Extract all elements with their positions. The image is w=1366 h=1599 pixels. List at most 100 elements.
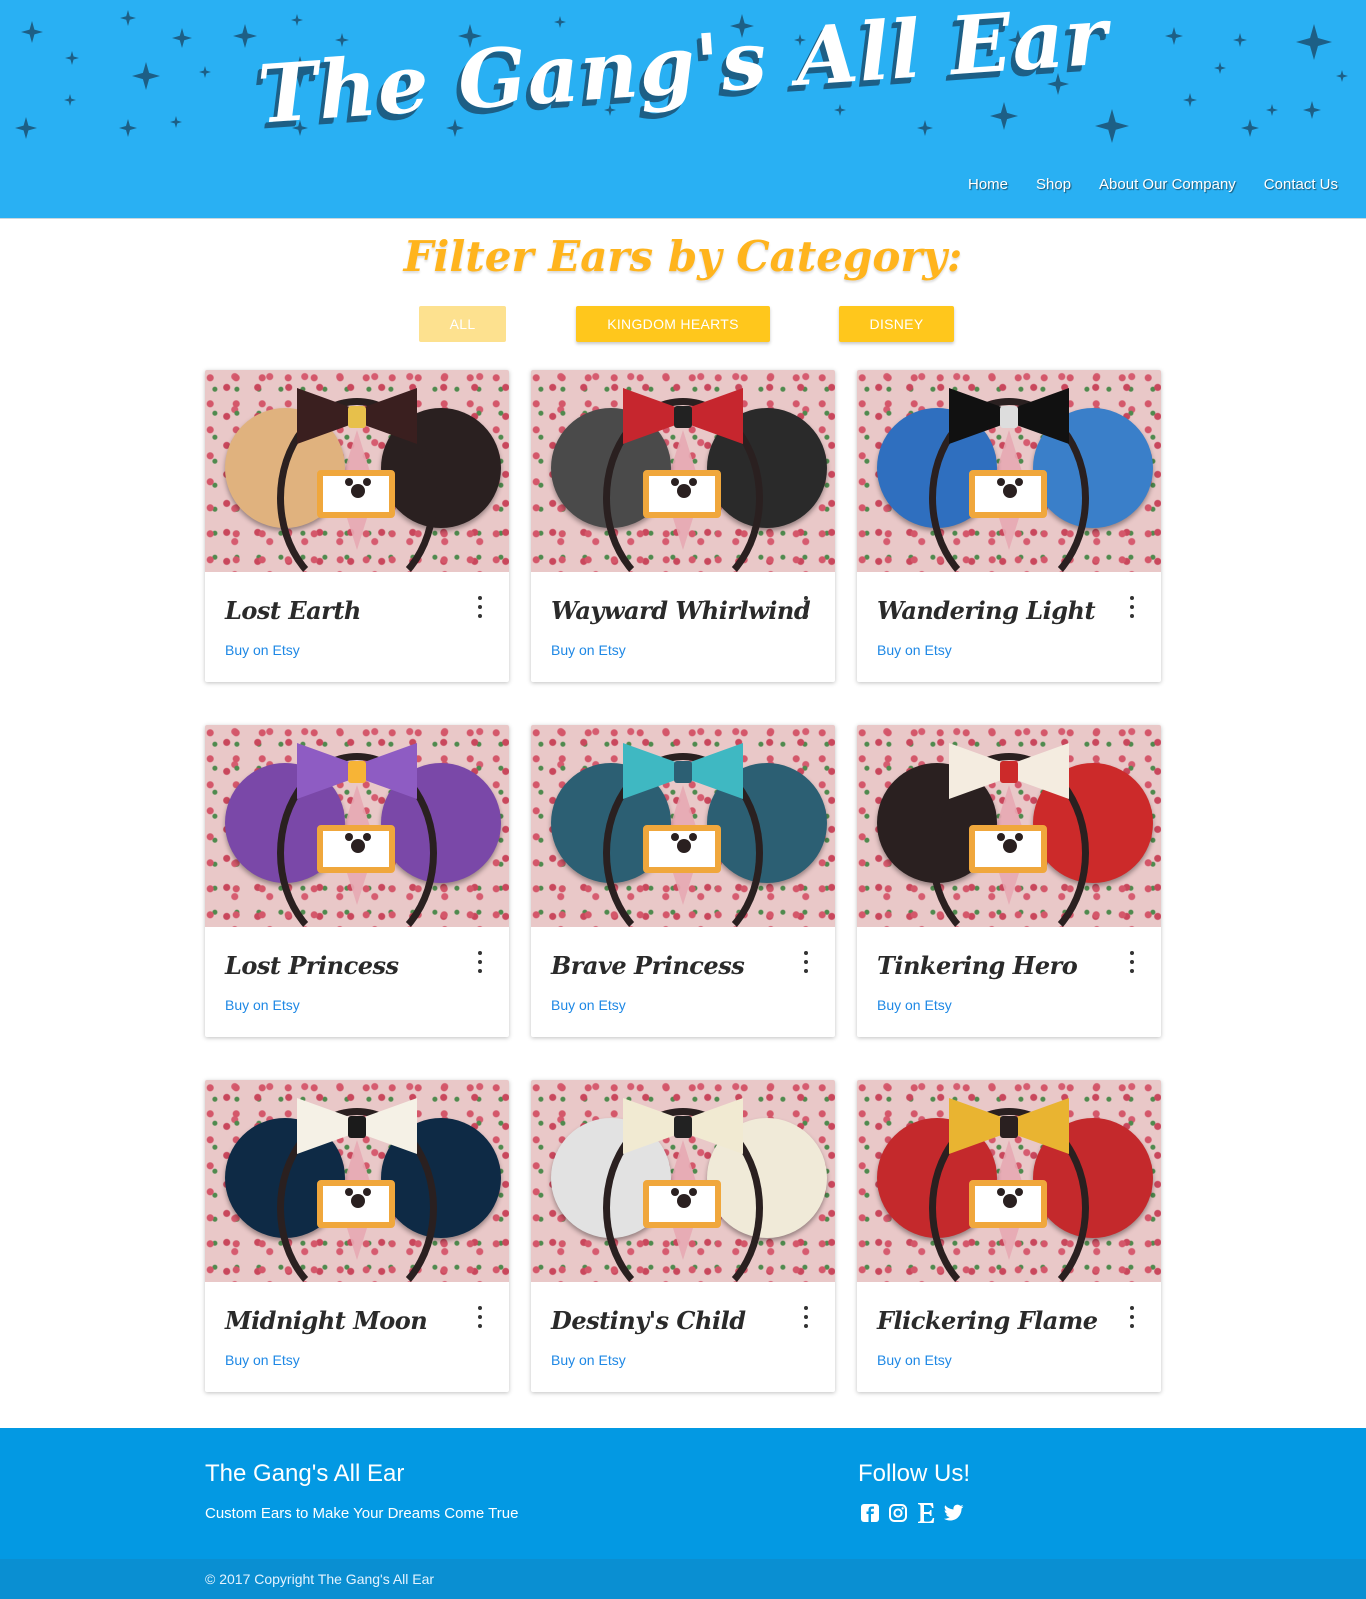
brand-tag	[969, 1180, 1047, 1228]
mickey-logo-icon	[671, 1188, 697, 1208]
buy-on-etsy-link[interactable]: Buy on Etsy	[877, 642, 952, 658]
mickey-logo-icon	[345, 1188, 371, 1208]
bow-knot	[348, 406, 366, 428]
product-card[interactable]: Tinkering Hero Buy on Etsy	[857, 725, 1161, 1037]
mickey-logo-icon	[345, 478, 371, 498]
site-header: The Gang's All Ear Home Shop About Our C…	[0, 0, 1366, 219]
product-title: Midnight Moon	[225, 1306, 428, 1335]
product-title: Brave Princess	[551, 951, 745, 980]
product-card[interactable]: Lost Earth Buy on Etsy	[205, 370, 509, 682]
product-image[interactable]	[857, 1080, 1161, 1282]
footer-tagline: Custom Ears to Make Your Dreams Come Tru…	[205, 1505, 519, 1522]
card-body: Tinkering Hero Buy on Etsy	[857, 927, 1161, 1037]
main-nav: Home Shop About Our Company Contact Us	[954, 176, 1352, 193]
bow-knot	[674, 761, 692, 783]
product-image[interactable]	[205, 725, 509, 927]
twitter-icon[interactable]	[944, 1502, 964, 1524]
product-title: Wayward Whirlwind	[551, 596, 811, 625]
card-body: Brave Princess Buy on Etsy	[531, 927, 835, 1037]
product-card[interactable]: Lost Princess Buy on Etsy	[205, 725, 509, 1037]
product-title: Lost Earth	[225, 596, 361, 625]
card-body: Lost Earth Buy on Etsy	[205, 572, 509, 682]
site-footer: The Gang's All Ear Custom Ears to Make Y…	[0, 1428, 1366, 1559]
nav-shop[interactable]: Shop	[1022, 176, 1085, 193]
bow-knot	[1000, 1116, 1018, 1138]
more-vert-icon[interactable]	[477, 951, 483, 973]
product-card[interactable]: Destiny's Child Buy on Etsy	[531, 1080, 835, 1392]
product-title: Tinkering Hero	[877, 951, 1078, 980]
product-card[interactable]: Wayward Whirlwind Buy on Etsy	[531, 370, 835, 682]
product-image[interactable]	[531, 725, 835, 927]
more-vert-icon[interactable]	[803, 1306, 809, 1328]
product-title: Destiny's Child	[551, 1306, 746, 1335]
brand-tag	[317, 470, 395, 518]
product-image[interactable]	[205, 370, 509, 572]
buy-on-etsy-link[interactable]: Buy on Etsy	[551, 642, 626, 658]
buy-on-etsy-link[interactable]: Buy on Etsy	[225, 642, 300, 658]
instagram-icon[interactable]	[888, 1502, 908, 1524]
product-card[interactable]: Midnight Moon Buy on Etsy	[205, 1080, 509, 1392]
etsy-icon[interactable]	[916, 1502, 936, 1524]
more-vert-icon[interactable]	[1129, 951, 1135, 973]
product-card[interactable]: Brave Princess Buy on Etsy	[531, 725, 835, 1037]
more-vert-icon[interactable]	[803, 951, 809, 973]
card-body: Lost Princess Buy on Etsy	[205, 927, 509, 1037]
buy-on-etsy-link[interactable]: Buy on Etsy	[551, 1352, 626, 1368]
more-vert-icon[interactable]	[1129, 596, 1135, 618]
filter-kingdom-hearts-button[interactable]: KINGDOM HEARTS	[576, 306, 770, 342]
product-card[interactable]: Flickering Flame Buy on Etsy	[857, 1080, 1161, 1392]
card-body: Flickering Flame Buy on Etsy	[857, 1282, 1161, 1392]
product-image[interactable]	[205, 1080, 509, 1282]
card-body: Midnight Moon Buy on Etsy	[205, 1282, 509, 1392]
product-image[interactable]	[531, 370, 835, 572]
buy-on-etsy-link[interactable]: Buy on Etsy	[225, 1352, 300, 1368]
mickey-logo-icon	[997, 478, 1023, 498]
product-title: Flickering Flame	[877, 1306, 1098, 1335]
more-vert-icon[interactable]	[1129, 1306, 1135, 1328]
bow-knot	[1000, 406, 1018, 428]
copyright-text: © 2017 Copyright The Gang's All Ear	[205, 1571, 435, 1587]
more-vert-icon[interactable]	[477, 1306, 483, 1328]
card-body: Destiny's Child Buy on Etsy	[531, 1282, 835, 1392]
bow-knot	[674, 406, 692, 428]
footer-brand: The Gang's All Ear	[205, 1460, 405, 1487]
bow-knot	[348, 1116, 366, 1138]
buy-on-etsy-link[interactable]: Buy on Etsy	[551, 997, 626, 1013]
mickey-logo-icon	[671, 833, 697, 853]
follow-us-title: Follow Us!	[858, 1460, 971, 1487]
more-vert-icon[interactable]	[477, 596, 483, 618]
product-title: Wandering Light	[877, 596, 1096, 625]
mickey-logo-icon	[671, 478, 697, 498]
filter-disney-button[interactable]: DISNEY	[839, 306, 954, 342]
mickey-logo-icon	[997, 833, 1023, 853]
bow-knot	[348, 761, 366, 783]
brand-tag	[643, 470, 721, 518]
brand-tag	[317, 825, 395, 873]
brand-tag	[643, 825, 721, 873]
facebook-icon[interactable]	[860, 1502, 880, 1524]
product-image[interactable]	[857, 725, 1161, 927]
bow-knot	[674, 1116, 692, 1138]
nav-about[interactable]: About Our Company	[1085, 176, 1250, 193]
mickey-logo-icon	[345, 833, 371, 853]
nav-contact[interactable]: Contact Us	[1250, 176, 1352, 193]
nav-home[interactable]: Home	[954, 176, 1022, 193]
filter-all-button[interactable]: ALL	[419, 306, 506, 342]
product-card[interactable]: Wandering Light Buy on Etsy	[857, 370, 1161, 682]
social-links	[860, 1502, 964, 1524]
copyright-bar: © 2017 Copyright The Gang's All Ear	[0, 1559, 1366, 1599]
card-body: Wandering Light Buy on Etsy	[857, 572, 1161, 682]
buy-on-etsy-link[interactable]: Buy on Etsy	[225, 997, 300, 1013]
bow-knot	[1000, 761, 1018, 783]
buy-on-etsy-link[interactable]: Buy on Etsy	[877, 1352, 952, 1368]
brand-tag	[317, 1180, 395, 1228]
filter-title: Filter Ears by Category:	[403, 232, 963, 281]
product-image[interactable]	[857, 370, 1161, 572]
brand-tag	[969, 825, 1047, 873]
brand-tag	[969, 470, 1047, 518]
more-vert-icon[interactable]	[803, 596, 809, 618]
product-image[interactable]	[531, 1080, 835, 1282]
mickey-logo-icon	[997, 1188, 1023, 1208]
buy-on-etsy-link[interactable]: Buy on Etsy	[877, 997, 952, 1013]
card-body: Wayward Whirlwind Buy on Etsy	[531, 572, 835, 682]
